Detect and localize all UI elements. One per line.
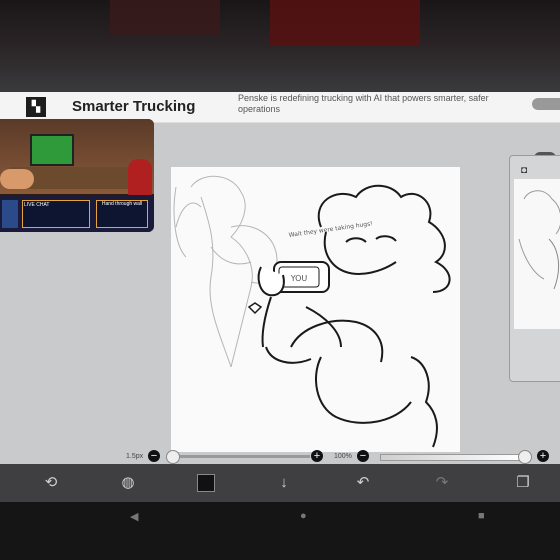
drawing-canvas[interactable]: YOU Wait they were taking hugs! [171,167,460,452]
layer-thumbnail-sketch [518,190,560,290]
tablet-screen: ▚ Smarter Trucking Penske is redefining … [0,92,560,502]
brush-icon[interactable]: ◍ [117,472,139,494]
brush-size-plus-button[interactable]: + [311,450,323,462]
camera-icon[interactable]: ◘ [521,165,534,176]
background-light [270,0,420,45]
opacity-plus-button[interactable]: + [537,450,549,462]
color-swatch[interactable] [197,474,215,492]
recent-apps-icon[interactable]: ■ [478,510,485,522]
ad-close-button[interactable] [532,98,560,110]
opacity-knob[interactable] [518,450,532,464]
chat-label: LIVE CHAT [24,202,50,208]
ad-title[interactable]: Smarter Trucking [72,98,195,115]
layer-thumbnail[interactable] [514,179,560,329]
stream-hand [0,169,34,189]
info-label: Hand through wall [101,201,143,207]
bottom-toolbar: ⟲ ◍ ↓ ↶ ↷ ❐ [0,464,560,502]
back-icon[interactable]: ◀ [130,510,138,523]
ad-description: Penske is redefining trucking with AI th… [238,93,489,114]
system-nav-bar: ◀ ● ■ [0,502,560,560]
layer-panel[interactable]: ◘ [509,155,560,382]
background-room [0,0,560,92]
stream-thumbnail[interactable]: LIVE CHAT Hand through wall [0,119,154,232]
download-icon[interactable]: ↓ [273,472,295,494]
background-light [110,0,220,35]
stream-info-box: Hand through wall [96,200,148,228]
stream-side-box [2,200,18,228]
transform-icon[interactable]: ⟲ [40,472,62,494]
sketch-bracelet-star [247,302,263,315]
brush-size-knob[interactable] [166,450,180,464]
sketch-drawing: YOU Wait they were taking hugs! [173,175,451,448]
brush-size-slider[interactable] [168,455,310,458]
stream-monitor [30,134,74,166]
opacity-minus-button[interactable]: − [357,450,369,462]
home-icon[interactable]: ● [300,510,307,522]
stream-chat-box: LIVE CHAT [22,200,90,228]
opacity-value: 100% [334,453,352,460]
brush-size-minus-button[interactable]: − [148,450,160,462]
redo-icon[interactable]: ↷ [431,472,453,494]
undo-icon[interactable]: ↶ [352,472,374,494]
opacity-slider[interactable] [380,454,524,461]
brush-size-value: 1.5px [126,453,144,460]
layers-icon[interactable]: ❐ [512,472,534,494]
stream-character [128,159,152,197]
sketch-annotation: Wait they were taking hugs! [288,220,373,239]
phone-text: YOU [290,274,308,283]
brand-logo-icon: ▚ [26,97,46,117]
